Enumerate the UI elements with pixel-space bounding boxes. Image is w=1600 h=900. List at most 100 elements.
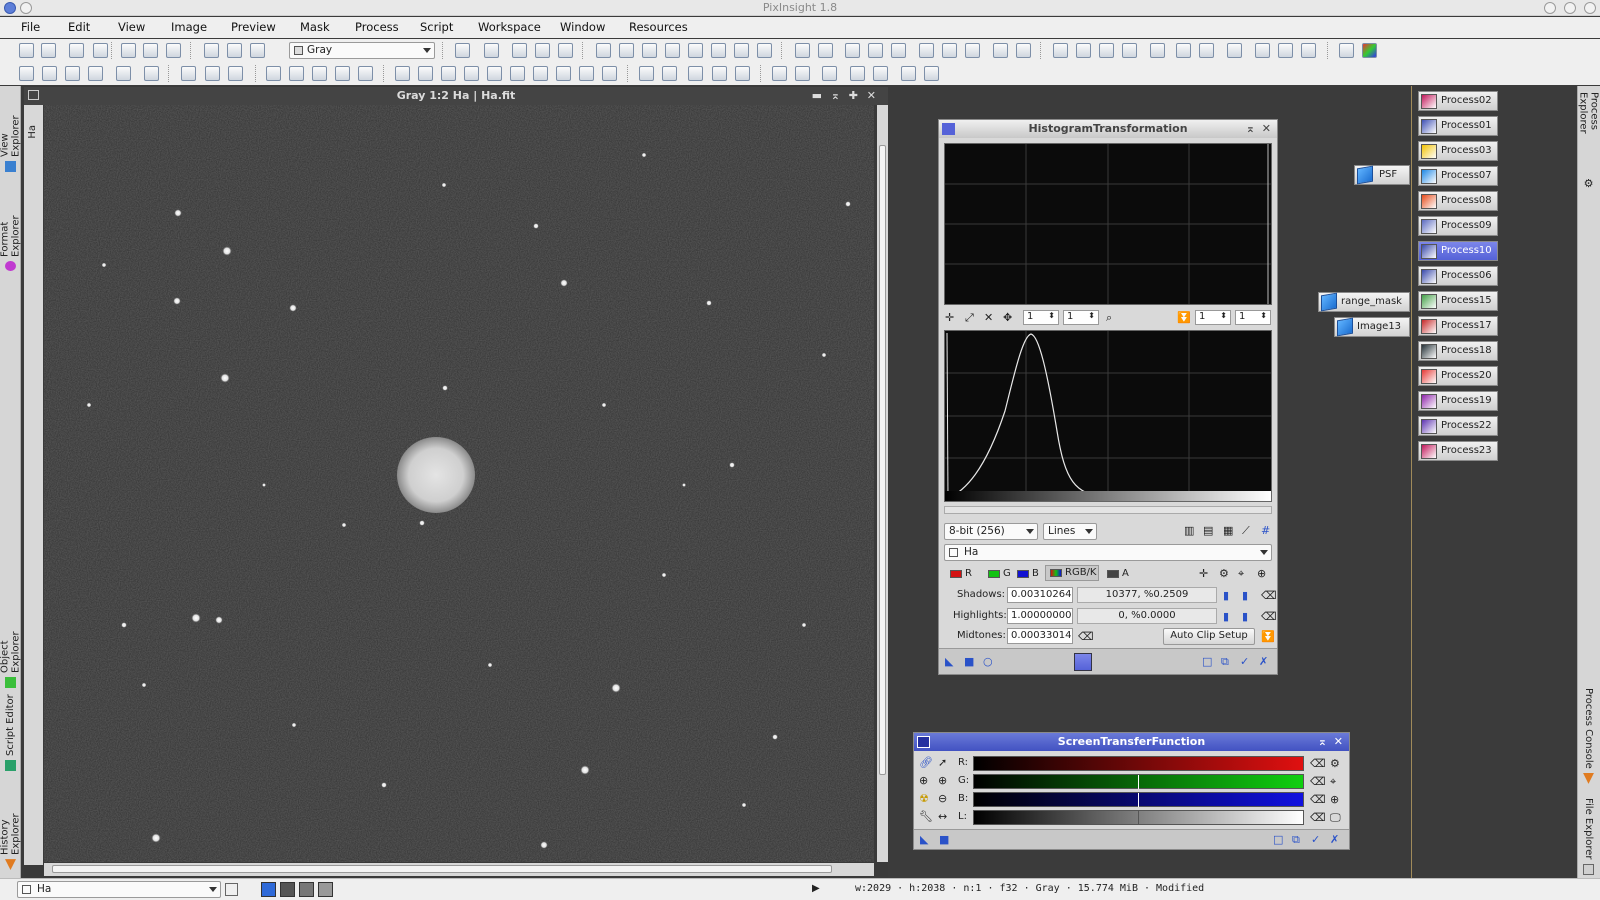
clone-icon[interactable]: [512, 43, 527, 58]
process-icon-10[interactable]: [1278, 43, 1293, 58]
channel-a-button[interactable]: A: [1122, 568, 1129, 579]
colorspace-combo[interactable]: Gray: [289, 42, 435, 59]
menu-workspace[interactable]: Workspace: [478, 20, 541, 34]
documentation-icon[interactable]: ⧉: [1292, 833, 1305, 846]
apply-check-icon[interactable]: ✓: [1311, 833, 1324, 846]
mask-op-6-icon[interactable]: [510, 66, 525, 81]
display-7-icon[interactable]: [924, 66, 939, 81]
process-icon-6[interactable]: [1176, 43, 1191, 58]
apply-square-icon[interactable]: ■: [939, 833, 952, 846]
center-icon[interactable]: [688, 43, 703, 58]
reset-icon[interactable]: ✗: [1330, 833, 1343, 846]
preview-swap-icon[interactable]: [116, 66, 131, 81]
tab-script-editor[interactable]: Script Editor: [2, 691, 19, 771]
graph-option-4-icon[interactable]: ⟋: [1242, 524, 1255, 537]
close-panel-icon[interactable]: ✕: [1334, 733, 1343, 751]
stf-2-icon[interactable]: [662, 66, 677, 81]
zoom-x2-spinner[interactable]: 1 ⬍: [1195, 310, 1231, 325]
flip-vertical-icon[interactable]: [358, 66, 373, 81]
preview-close-icon[interactable]: [144, 66, 159, 81]
preview-restore-icon[interactable]: [88, 66, 103, 81]
mask-op-1-icon[interactable]: [395, 66, 410, 81]
zoom-fit-icon[interactable]: ⤢: [965, 311, 978, 324]
process-icon-item[interactable]: Process23: [1418, 441, 1498, 461]
process-icon-item[interactable]: Process20: [1418, 366, 1498, 386]
view-selector-combo[interactable]: Ha: [944, 544, 1272, 561]
process-icon-drag[interactable]: [1074, 653, 1092, 671]
display-3-icon[interactable]: [822, 66, 837, 81]
zoom-y2-spinner[interactable]: 1 ⬍: [1235, 310, 1271, 325]
stf-target-icon[interactable]: ⊕: [1330, 793, 1343, 806]
process-icon-item[interactable]: Process15: [1418, 291, 1498, 311]
process-icon-8[interactable]: [1227, 43, 1242, 58]
image-canvas[interactable]: [44, 105, 874, 862]
process-icon-5[interactable]: [1150, 43, 1165, 58]
zoom-out-icon[interactable]: ⊖: [938, 792, 951, 805]
graph-style-combo[interactable]: Lines: [1043, 523, 1097, 540]
preview-square-icon[interactable]: □: [1202, 655, 1215, 668]
green-cube-1-icon[interactable]: [181, 66, 196, 81]
mode-3-button[interactable]: [299, 882, 314, 897]
psf-icon[interactable]: PSF: [1354, 165, 1410, 185]
real-time-preview-icon[interactable]: ○: [983, 655, 996, 668]
mode-1-button[interactable]: [261, 882, 276, 897]
stf-g-reset-icon[interactable]: ⌫: [1310, 775, 1326, 788]
stf-5-icon[interactable]: [735, 66, 750, 81]
minimize-window-icon[interactable]: ▬: [812, 87, 822, 105]
tile-icon[interactable]: [993, 43, 1008, 58]
preview-square-icon[interactable]: □: [1273, 833, 1286, 846]
redo-icon[interactable]: [41, 43, 56, 58]
preview-new-icon[interactable]: [19, 66, 34, 81]
midtones-reset-icon[interactable]: ⌫: [1078, 630, 1094, 643]
image-side-tab[interactable]: Ha: [24, 105, 43, 865]
stf-l-slider[interactable]: [973, 810, 1304, 825]
link-channels-icon[interactable]: 🔗︎: [919, 756, 933, 769]
zoom-optimal-icon[interactable]: [891, 43, 906, 58]
graph-option-1-icon[interactable]: ▥: [1184, 524, 1197, 537]
rotate-cw-icon[interactable]: [312, 66, 327, 81]
process-icon-2[interactable]: [1076, 43, 1091, 58]
process-icon-item-selected[interactable]: Process10: [1418, 241, 1498, 261]
mask-op-9-icon[interactable]: [579, 66, 594, 81]
vertical-scrollbar[interactable]: [877, 105, 888, 862]
mask-op-8-icon[interactable]: [556, 66, 571, 81]
preview-icon[interactable]: [711, 43, 726, 58]
target-icon[interactable]: ⊕: [1257, 567, 1270, 580]
menu-view[interactable]: View: [118, 20, 145, 34]
process-icon-3[interactable]: [1099, 43, 1114, 58]
readout-icon[interactable]: ✛: [945, 311, 958, 324]
cascade-icon[interactable]: [1016, 43, 1031, 58]
edit-preview-icon[interactable]: [734, 43, 749, 58]
rotate-icon[interactable]: [266, 66, 281, 81]
zoom-in-icon[interactable]: ⊕: [919, 774, 932, 787]
zoom-x-spinner[interactable]: 1 ⬍: [1023, 310, 1059, 325]
display-2-icon[interactable]: [795, 66, 810, 81]
tab-process-explorer[interactable]: Process Explorer ⚙: [1578, 92, 1600, 190]
preview-delete-icon[interactable]: [42, 66, 57, 81]
process-icon-item[interactable]: Process03: [1418, 141, 1498, 161]
green-cube-3-icon[interactable]: [228, 66, 243, 81]
display-6-icon[interactable]: [901, 66, 916, 81]
reset-icon[interactable]: ✗: [1259, 655, 1272, 668]
process-icon-1[interactable]: [1053, 43, 1068, 58]
expand-icon[interactable]: ⏬: [1261, 630, 1275, 643]
process-icon-item[interactable]: Process02: [1418, 91, 1498, 111]
auto-clip-setup-button[interactable]: Auto Clip Setup: [1163, 628, 1255, 645]
stf-3-icon[interactable]: [688, 66, 703, 81]
duplicate-icon[interactable]: [535, 43, 550, 58]
auto-stretch-icon[interactable]: ☢: [919, 792, 932, 805]
shade-window-icon[interactable]: ⌅: [831, 87, 840, 105]
zoom-y-spinner[interactable]: 1 ⬍: [1063, 310, 1099, 325]
tab-view-explorer[interactable]: View Explorer: [0, 92, 22, 172]
close-button[interactable]: [1584, 2, 1596, 14]
rotate-ccw-icon[interactable]: [289, 66, 304, 81]
play-icon[interactable]: ▶: [812, 883, 820, 894]
process-icon-item[interactable]: Process19: [1418, 391, 1498, 411]
tab-file-explorer[interactable]: File Explorer: [1580, 798, 1597, 882]
process-icon-item[interactable]: Process07: [1418, 166, 1498, 186]
process-icon-item[interactable]: Process18: [1418, 341, 1498, 361]
status-view-combo[interactable]: Ha: [17, 881, 221, 898]
shadows-reset-icon[interactable]: ⌫: [1261, 589, 1277, 602]
full-screen-icon[interactable]: [965, 43, 980, 58]
magnifier-icon[interactable]: ⌕: [1106, 311, 1119, 324]
